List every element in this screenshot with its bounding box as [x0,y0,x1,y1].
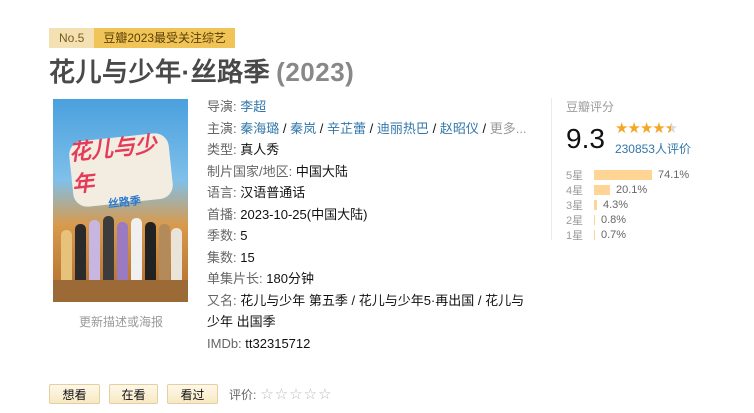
dist-bar [594,169,652,180]
dist-bar [594,199,597,210]
language-row: 语言: 汉语普通话 [207,182,537,204]
dist-row-5: 5星 74.1% [566,167,731,182]
want-to-watch-button[interactable]: 想看 [49,384,100,404]
dist-label: 5星 [566,169,584,182]
title-name: 花儿与少年·丝路季 [49,57,271,87]
director-link[interactable]: 李超 [240,99,266,114]
seasons-row: 季数: 5 [207,225,537,247]
runtime-value: 180分钟 [266,271,314,286]
imdb-value: tt32315712 [245,335,311,351]
aka-label: 又名: [207,292,237,308]
premiere-label: 首播: [207,206,237,222]
type-row: 类型: 真人秀 [207,139,537,161]
ranking-number: No.5 [49,28,95,48]
language-value: 汉语普通话 [240,185,306,200]
region-label: 制片国家/地区: [207,163,293,179]
rating-votes-link[interactable]: 230853人评价 [615,140,691,157]
runtime-label: 单集片长: [207,271,263,286]
cast-row: 主演: 秦海璐 / 秦岚 / 辛芷蕾 / 迪丽热巴 / 赵昭仪 / 更多... [207,120,527,136]
premiere-value: 2023-10-25(中国大陆) [240,206,368,222]
page-title: 花儿与少年·丝路季 (2023) [49,52,354,89]
aka-value: 花儿与少年 第五季 / 花儿与少年5·再出国 / 花儿与少年 出国季 [207,292,525,330]
region-value: 中国大陆 [295,163,348,179]
dist-label: 1星 [566,229,584,242]
dist-pct: 0.8% [601,213,627,226]
cast-link[interactable]: 迪丽热巴 [377,121,429,136]
dist-pct: 20.1% [616,183,648,196]
dist-bar [594,214,595,225]
dist-pct: 74.1% [658,168,690,181]
aka-row: 又名: 花儿与少年 第五季 / 花儿与少年5·再出国 / 花儿与少年 出国季 [207,290,537,333]
rating-panel: 豆瓣评分 9.3 ★★★★★★ 230853人评价 5星 74.1% 4星 20… [551,98,731,242]
episodes-value: 15 [240,249,255,265]
imdb-label: IMDb: [207,335,242,351]
info-panel: 导演: 李超 主演: 秦海璐 / 秦岚 / 辛芷蕾 / 迪丽热巴 / 赵昭仪 /… [207,96,537,354]
rating-distribution: 5星 74.1% 4星 20.1% 3星 4.3% 2星 0.8% 1星 0.7… [566,167,731,242]
dist-label: 2星 [566,214,584,227]
imdb-row: IMDb: tt32315712 [207,333,537,355]
poster-people [59,200,183,282]
dist-label: 4星 [566,184,584,197]
type-value: 真人秀 [240,142,280,157]
rating-stars: ★★★★★★ [614,120,678,137]
dist-label: 3星 [566,199,584,212]
ranking-badge[interactable]: No.5 豆瓣2023最受关注综艺 [49,28,236,48]
poster-logo: 花儿与少年 丝路季 [68,131,175,211]
language-label: 语言: [207,185,237,200]
cast-link[interactable]: 秦海璐 [240,121,279,136]
seasons-value: 5 [240,228,248,243]
type-label: 类型: [207,142,237,157]
cast-link[interactable]: 赵昭仪 [440,121,479,136]
rate-stars-input[interactable]: ☆☆☆☆☆ [260,385,332,403]
premiere-row: 首播: 2023-10-25(中国大陆) [207,204,537,226]
runtime-row: 单集片长: 180分钟 [207,268,537,290]
dist-row-4: 4星 20.1% [566,182,731,197]
half-star-icon: ★★ [664,120,678,137]
seasons-label: 季数: [207,228,237,243]
watched-button[interactable]: 看过 [167,384,218,404]
cast-link[interactable]: 秦岚 [290,121,316,136]
director-row: 导演: 李超 [207,96,537,118]
region-row: 制片国家/地区: 中国大陆 [207,161,537,183]
dist-row-3: 3星 4.3% [566,197,731,212]
rating-score: 9.3 [566,123,605,154]
dist-row-2: 2星 0.8% [566,212,731,227]
action-bar: 想看 在看 看过 评价: ☆☆☆☆☆ [49,384,333,404]
dist-pct: 0.7% [601,228,627,241]
update-poster-link[interactable]: 更新描述或海报 [54,313,188,330]
dist-pct: 4.3% [603,198,629,211]
episodes-label: 集数: [207,249,237,265]
cast-more-link[interactable]: 更多... [490,121,527,136]
watching-button[interactable]: 在看 [109,384,158,404]
episodes-row: 集数: 15 [207,247,537,269]
rate-label: 评价: [229,387,257,402]
ranking-tag[interactable]: 豆瓣2023最受关注综艺 [94,28,236,48]
director-label: 导演: [207,99,237,114]
dist-bar [594,229,595,240]
cast-link[interactable]: 辛芷蕾 [327,121,366,136]
poster-logo-main: 花儿与少年 [67,131,158,198]
rating-title: 豆瓣评分 [566,100,615,114]
dist-bar [594,184,610,195]
cast-label: 主演: [207,120,237,136]
title-year: (2023) [276,57,355,87]
dist-row-1: 1星 0.7% [566,227,731,242]
poster-image[interactable]: 花儿与少年 丝路季 [53,99,188,302]
